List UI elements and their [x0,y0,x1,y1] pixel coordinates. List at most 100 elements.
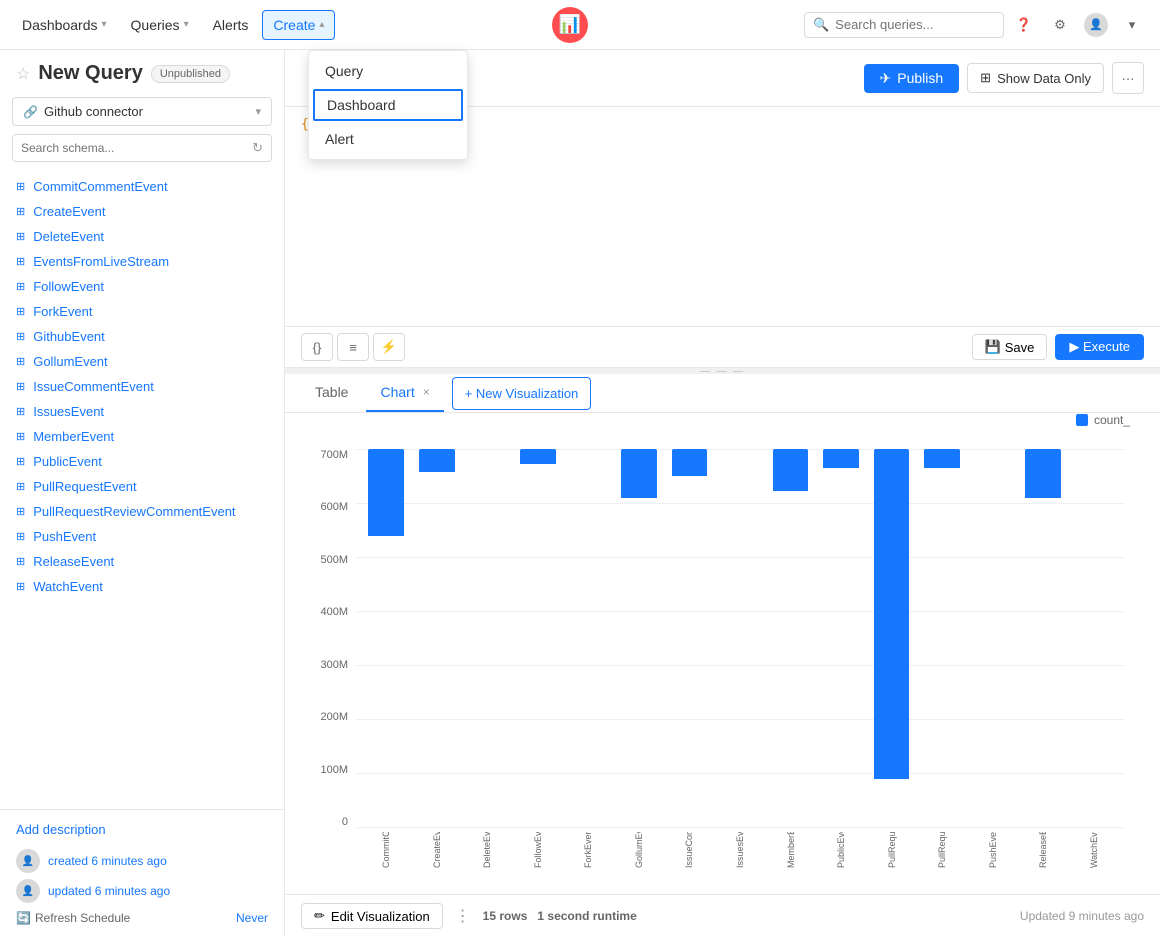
schema-item[interactable]: ⊞MemberEvent [0,424,284,449]
main-layout: ☆ New Query Unpublished 🔗 Github connect… [0,50,1160,937]
nav-dashboards[interactable]: Dashboards ▾ [12,11,117,39]
footer-rows-info: 15 rows 1 second runtime [483,909,637,923]
schema-item[interactable]: ⊞CreateEvent [0,199,284,224]
bar-wrapper [667,449,712,828]
help-icon[interactable]: ❓ [1008,9,1040,41]
bar-wrapper [465,449,510,828]
menu-item-query[interactable]: Query [309,55,467,87]
bar-wrapper [415,449,460,828]
footer-more-button[interactable]: ⋮ [455,906,471,926]
legend-label: count_ [1094,413,1130,427]
bar[interactable] [1025,449,1061,498]
updated-meta: updated 6 minutes ago [48,884,170,898]
bar[interactable] [823,449,859,468]
schema-item[interactable]: ⊞IssuesEvent [0,399,284,424]
schema-item[interactable]: ⊞EventsFromLiveStream [0,249,284,274]
nav-create[interactable]: Create ▴ [262,10,335,40]
bar[interactable] [672,449,708,476]
bar-wrapper [1071,449,1116,828]
schema-item[interactable]: ⊞DeleteEvent [0,224,284,249]
tab-chart[interactable]: Chart × [366,374,443,412]
execute-button[interactable]: ▶ Execute [1055,334,1144,360]
sidebar: ☆ New Query Unpublished 🔗 Github connect… [0,50,285,937]
results-footer: ✏ Edit Visualization ⋮ 15 rows 1 second … [285,894,1160,937]
bar[interactable] [621,449,657,498]
x-label: IssuesEvent [718,828,763,868]
schema-item[interactable]: ⊞FollowEvent [0,274,284,299]
publish-button[interactable]: ✈ Publish [864,64,960,93]
schema-item[interactable]: ⊞IssueCommentEvent [0,374,284,399]
sidebar-footer: Add description 👤 created 6 minutes ago … [0,809,284,937]
bar-wrapper [617,449,662,828]
header-more-button[interactable]: ··· [1112,62,1144,94]
bar[interactable] [924,449,960,468]
dashboards-chevron-icon: ▾ [102,19,107,30]
lightning-button[interactable]: ⚡ [373,333,405,361]
schema-refresh-icon[interactable]: ↻ [252,140,263,156]
list-button[interactable]: ≡ [337,333,369,361]
nav-queries[interactable]: Queries ▾ [121,11,199,39]
query-title-area: ☆ New Query Unpublished [0,50,284,97]
bar[interactable] [520,449,556,464]
schema-table-icon: ⊞ [16,205,25,218]
bar[interactable] [419,449,455,472]
schema-table-icon: ⊞ [16,555,25,568]
connector-select[interactable]: 🔗 Github connector ▾ [12,97,272,126]
schema-table-icon: ⊞ [16,530,25,543]
user-avatar[interactable]: 👤 [1080,9,1112,41]
schema-item[interactable]: ⊞PushEvent [0,524,284,549]
schema-item[interactable]: ⊞PullRequestEvent [0,474,284,499]
chart-tab-close-icon[interactable]: × [423,385,430,399]
edit-visualization-button[interactable]: ✏ Edit Visualization [301,903,443,929]
bar-wrapper [869,449,914,828]
schema-table-icon: ⊞ [16,380,25,393]
bar-wrapper [768,449,813,828]
star-icon[interactable]: ☆ [16,64,30,84]
tab-new-visualization[interactable]: + New Visualization [452,377,592,410]
schema-table-icon: ⊞ [16,580,25,593]
bar-wrapper [920,449,965,828]
schema-item[interactable]: ⊞ForkEvent [0,299,284,324]
schema-search: ↻ [12,134,272,162]
schema-item[interactable]: ⊞WatchEvent [0,574,284,599]
user-info-updated: 👤 updated 6 minutes ago [16,879,268,903]
bars-container [356,449,1124,828]
x-label: ReleaseEvent [1021,828,1066,868]
bar[interactable] [368,449,404,536]
chart-legend: count_ [1076,413,1130,427]
tab-table[interactable]: Table [301,374,362,412]
connector-icon: 🔗 [23,105,38,119]
never-text[interactable]: Never [236,911,268,925]
menu-item-dashboard[interactable]: Dashboard [313,89,463,121]
schema-item[interactable]: ⊞ReleaseEvent [0,549,284,574]
settings-icon[interactable]: ⚙ [1044,9,1076,41]
unpublished-badge: Unpublished [151,65,230,83]
search-input[interactable] [835,17,995,32]
x-label: PublicEvent [819,828,864,868]
show-data-button[interactable]: ⊞ Show Data Only [967,63,1104,93]
refresh-schedule-btn[interactable]: 🔄 Refresh Schedule [16,911,130,925]
schema-item[interactable]: ⊞PullRequestReviewCommentEvent [0,499,284,524]
schema-item[interactable]: ⊞GithubEvent [0,324,284,349]
y-axis: 700M600M500M400M300M200M100M0 [301,449,356,868]
created-meta: created 6 minutes ago [48,854,167,868]
user-avatar-updated: 👤 [16,879,40,903]
format-button[interactable]: {} [301,333,333,361]
schema-table-icon: ⊞ [16,480,25,493]
menu-item-alert[interactable]: Alert [309,123,467,155]
save-button[interactable]: 💾 Save [972,334,1048,360]
edit-icon: ✏ [314,908,325,924]
add-description[interactable]: Add description [16,822,268,837]
schema-item[interactable]: ⊞GollumEvent [0,349,284,374]
queries-chevron-icon: ▾ [184,19,189,30]
query-name: New Query [38,62,142,85]
schema-item[interactable]: ⊞CommitCommentEvent [0,174,284,199]
schema-table-icon: ⊞ [16,355,25,368]
schema-item[interactable]: ⊞PublicEvent [0,449,284,474]
nav-alerts[interactable]: Alerts [203,11,259,39]
schema-search-input[interactable] [21,141,246,155]
nav-more-icon[interactable]: ▾ [1116,9,1148,41]
bar[interactable] [874,449,910,779]
bar[interactable] [773,449,809,491]
chart-area: count_ 700M600M500M400M300M200M100M0 Com… [285,413,1160,894]
